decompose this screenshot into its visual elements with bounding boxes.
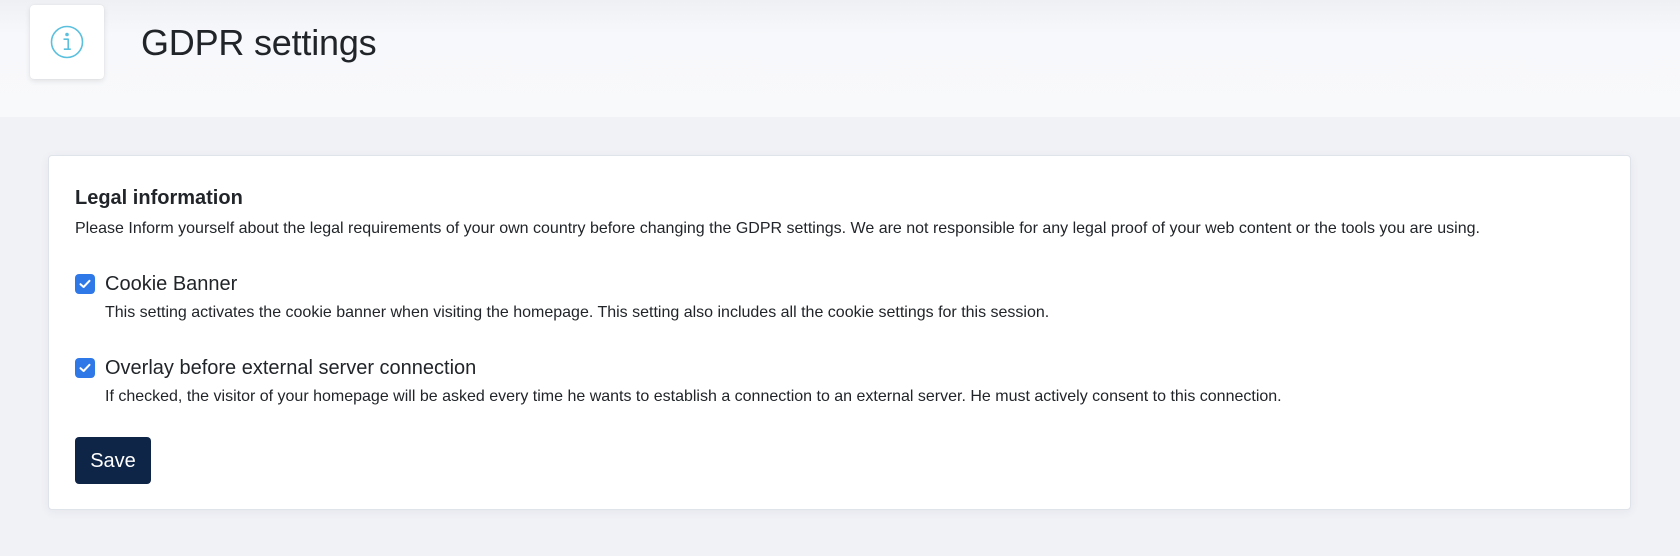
cookie-banner-checkbox[interactable]	[75, 274, 95, 294]
external-overlay-checkbox[interactable]	[75, 358, 95, 378]
external-overlay-label[interactable]: Overlay before external server connectio…	[105, 356, 476, 380]
legal-information-card: Legal information Please Inform yourself…	[48, 155, 1631, 510]
check-icon	[79, 363, 91, 372]
header-icon-box	[30, 5, 104, 79]
cookie-banner-help: This setting activates the cookie banner…	[105, 304, 1050, 321]
cookie-banner-label[interactable]: Cookie Banner	[105, 272, 237, 296]
external-overlay-help: If checked, the visitor of your homepage…	[105, 388, 1282, 405]
page-header: GDPR settings	[0, 0, 1680, 117]
page-title: GDPR settings	[141, 22, 377, 63]
info-circle-icon	[50, 25, 84, 59]
save-button[interactable]: Save	[75, 437, 151, 484]
legal-description: Please Inform yourself about the legal r…	[75, 220, 1480, 237]
check-icon	[79, 279, 91, 288]
card-title: Legal information	[75, 187, 243, 209]
